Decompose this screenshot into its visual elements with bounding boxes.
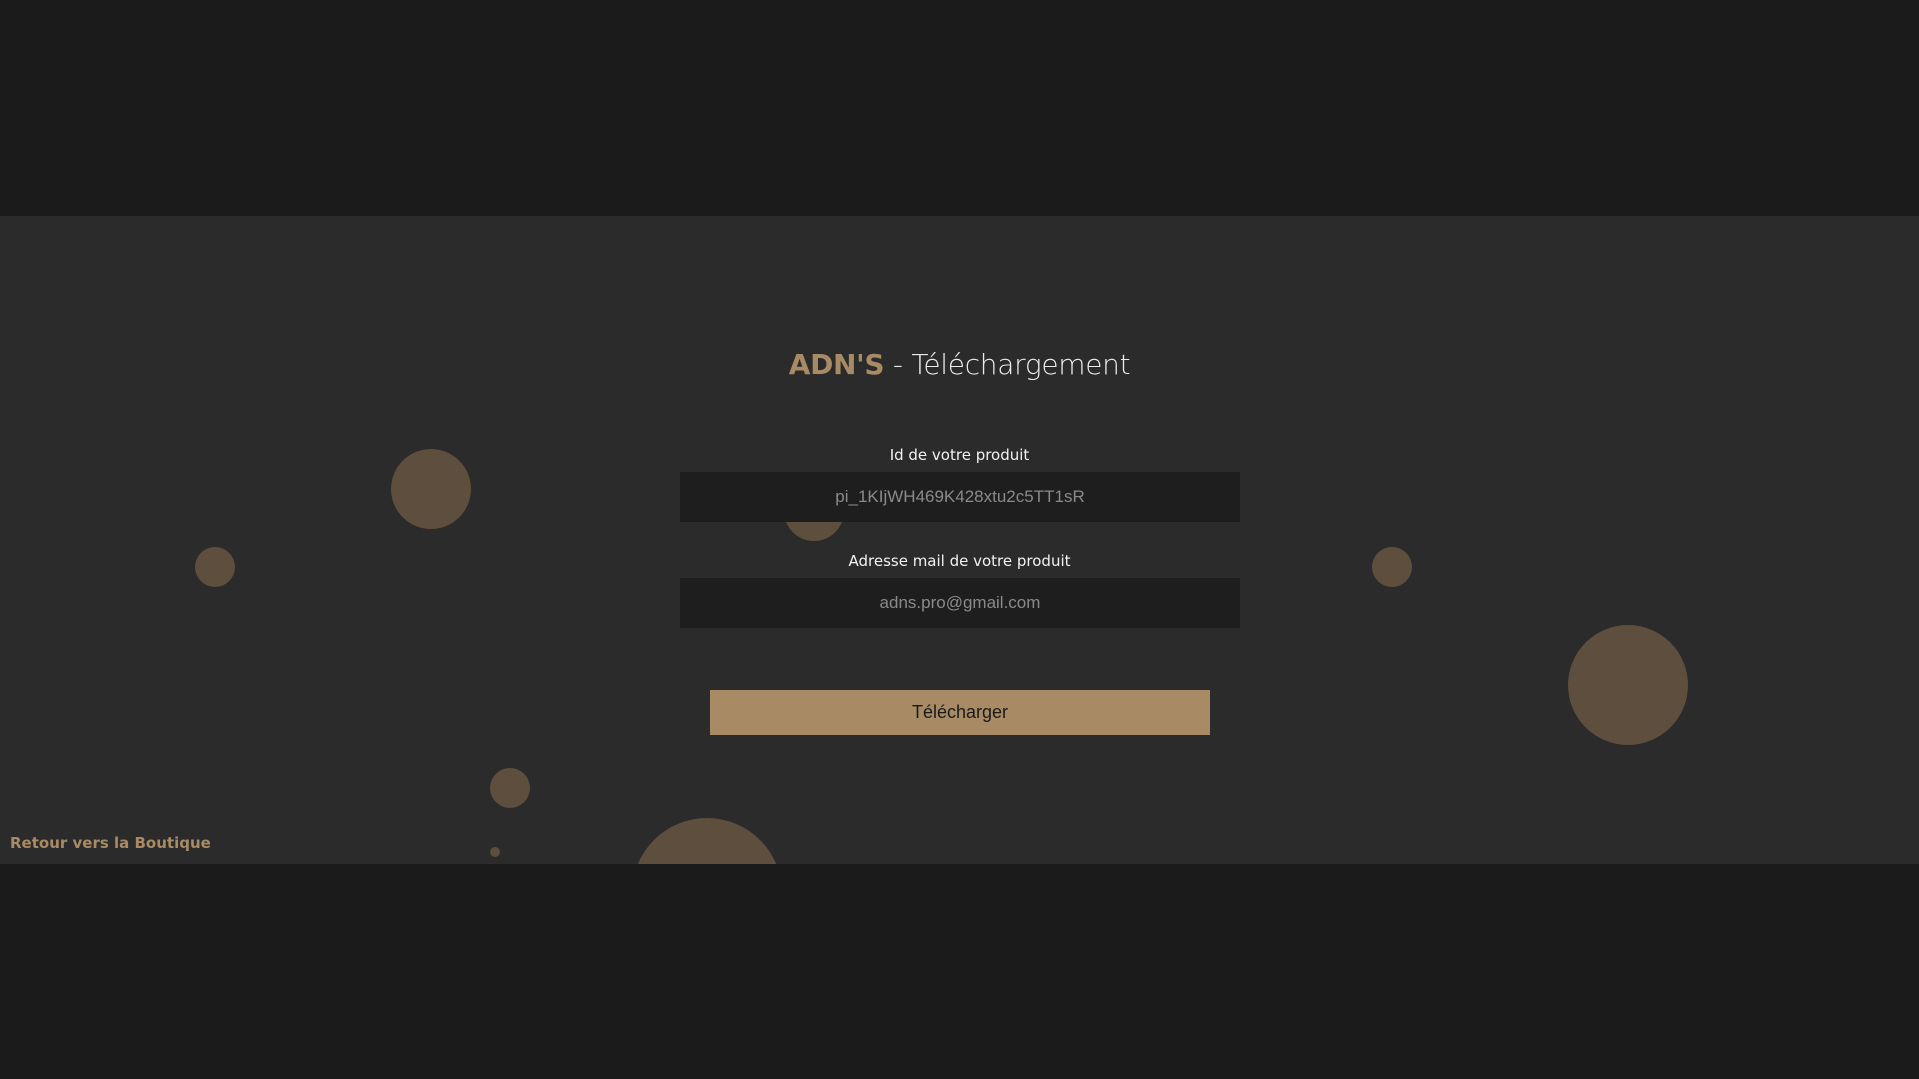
decorative-bubble — [490, 768, 530, 808]
decorative-bubble — [490, 847, 500, 857]
download-button[interactable]: Télécharger — [710, 690, 1210, 735]
bottom-band — [0, 864, 1919, 1079]
product-id-label: Id de votre produit — [889, 446, 1030, 464]
decorative-bubble — [1568, 625, 1688, 745]
brand-name: ADN'S — [788, 348, 885, 381]
title-suffix: Téléchargement — [911, 348, 1131, 381]
title-separator: - — [884, 348, 912, 381]
top-band — [0, 0, 1919, 216]
back-to-shop-link[interactable]: Retour vers la Boutique — [10, 834, 211, 852]
page-title: ADN'S - Téléchargement — [0, 348, 1919, 381]
decorative-bubble — [632, 818, 782, 864]
email-input[interactable] — [680, 578, 1240, 628]
main-panel: ADN'S - Téléchargement Id de votre produ… — [0, 216, 1919, 864]
email-label: Adresse mail de votre produit — [848, 552, 1071, 570]
product-id-input[interactable] — [680, 472, 1240, 522]
